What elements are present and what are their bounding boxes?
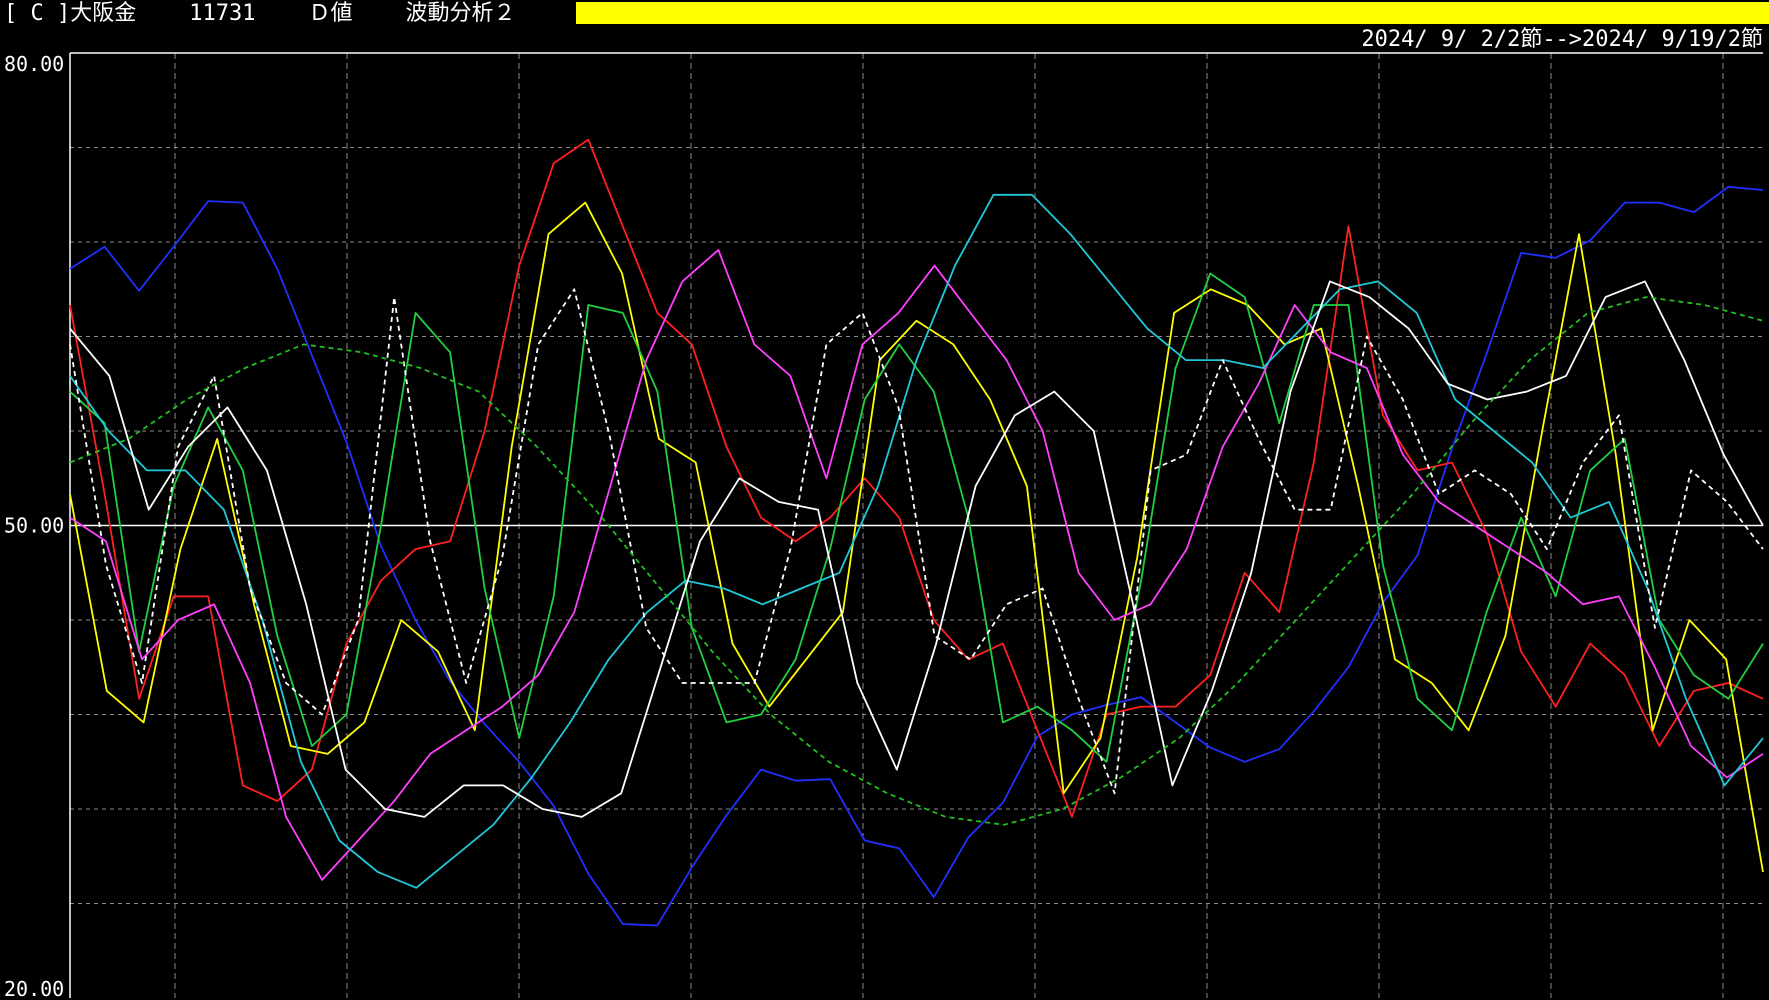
y-tick-label: 20.00 (4, 977, 64, 1000)
series-line-9 (69, 296, 1764, 826)
series-lines (69, 138, 1764, 927)
series-line-3 (69, 201, 1764, 873)
y-tick-label: 80.00 (4, 52, 64, 76)
header-highlight-bar (576, 2, 1769, 24)
title-bar: [ C ]大阪金 11731 Ｄ値 波動分析２ (4, 0, 515, 28)
series-line-8 (69, 288, 1764, 795)
y-tick-label: 50.00 (4, 514, 64, 538)
chart-window: [ C ]大阪金 11731 Ｄ値 波動分析２ 2024/ 9/ 2/2節-->… (0, 0, 1769, 1000)
series-line-5 (69, 248, 1764, 881)
value-type-label: Ｄ値 (308, 1, 353, 26)
wave-chart: 80.00 50.00 20.00 (4, 52, 1764, 1000)
series-line-2 (69, 138, 1764, 818)
y-axis-labels: 80.00 50.00 20.00 (4, 52, 64, 1000)
series-line-6 (69, 193, 1764, 889)
code-label: 11731 (189, 1, 256, 26)
analysis-label: 波動分析２ (405, 1, 516, 26)
symbol-label: [ C ]大阪金 (4, 1, 137, 26)
series-line-1 (69, 185, 1764, 927)
